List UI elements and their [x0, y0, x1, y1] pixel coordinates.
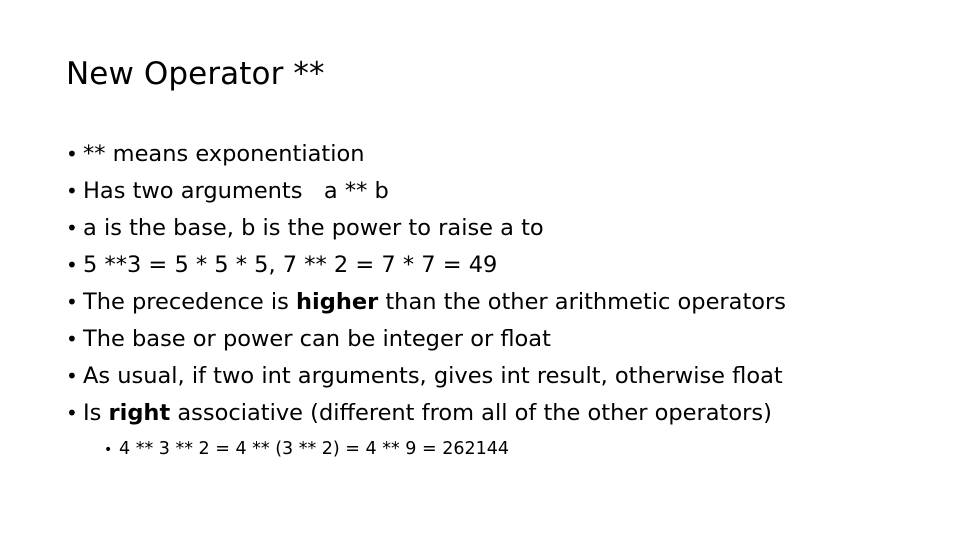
list-item-label: Is right associative (different from all…	[83, 395, 772, 432]
list-item-label: The base or power can be integer or floa…	[83, 326, 551, 352]
list-item-label: As usual, if two int arguments, gives in…	[83, 363, 783, 389]
bullet-icon: •	[66, 253, 78, 277]
list-item: • ** means exponentiation	[66, 136, 926, 173]
list-item-label: Has two arguments a ** b	[83, 178, 389, 204]
list-item: • The base or power can be integer or fl…	[66, 321, 926, 358]
list-item-label: ** means exponentiation	[83, 141, 365, 167]
emphasis-right: right	[108, 400, 171, 426]
list-item: • As usual, if two int arguments, gives …	[66, 358, 926, 395]
bullet-icon: •	[66, 364, 78, 388]
bullet-icon: •	[66, 290, 78, 314]
bullet-icon: •	[66, 179, 78, 203]
list-item-text-pre: Is	[83, 400, 109, 426]
slide-canvas: New Operator ** • ** means exponentiatio…	[0, 0, 960, 540]
sub-list-item-label: 4 ** 3 ** 2 = 4 ** (3 ** 2) = 4 ** 9 = 2…	[119, 439, 510, 459]
bullet-icon: •	[66, 142, 78, 166]
list-item: • Has two arguments a ** b	[66, 173, 926, 210]
list-item-text-post: than the other arithmetic operators	[378, 289, 787, 315]
list-item-label: 5 **3 = 5 * 5 * 5, 7 ** 2 = 7 * 7 = 49	[83, 252, 498, 278]
list-item: • The precedence is higher than the othe…	[66, 284, 926, 321]
bullet-icon: •	[66, 216, 78, 240]
list-item: • Is right associative (different from a…	[66, 395, 926, 432]
emphasis-higher: higher	[295, 289, 379, 315]
list-item-label: The precedence is higher than the other …	[83, 284, 786, 321]
page-title: New Operator **	[66, 56, 325, 92]
bullet-icon: •	[66, 401, 78, 425]
list-item-text-pre: The precedence is	[83, 289, 296, 315]
sub-list-item: • 4 ** 3 ** 2 = 4 ** (3 ** 2) = 4 ** 9 =…	[104, 435, 804, 464]
bullet-icon: •	[66, 327, 78, 351]
bullet-icon: •	[104, 442, 113, 458]
list-item-label: a is the base, b is the power to raise a…	[83, 215, 544, 241]
list-item-text-post: associative (different from all of the o…	[170, 400, 772, 426]
list-item: • a is the base, b is the power to raise…	[66, 210, 926, 247]
list-item: • 5 **3 = 5 * 5 * 5, 7 ** 2 = 7 * 7 = 49	[66, 247, 926, 284]
bullet-list: • ** means exponentiation • Has two argu…	[66, 136, 926, 432]
sub-bullet-list: • 4 ** 3 ** 2 = 4 ** (3 ** 2) = 4 ** 9 =…	[104, 435, 804, 464]
